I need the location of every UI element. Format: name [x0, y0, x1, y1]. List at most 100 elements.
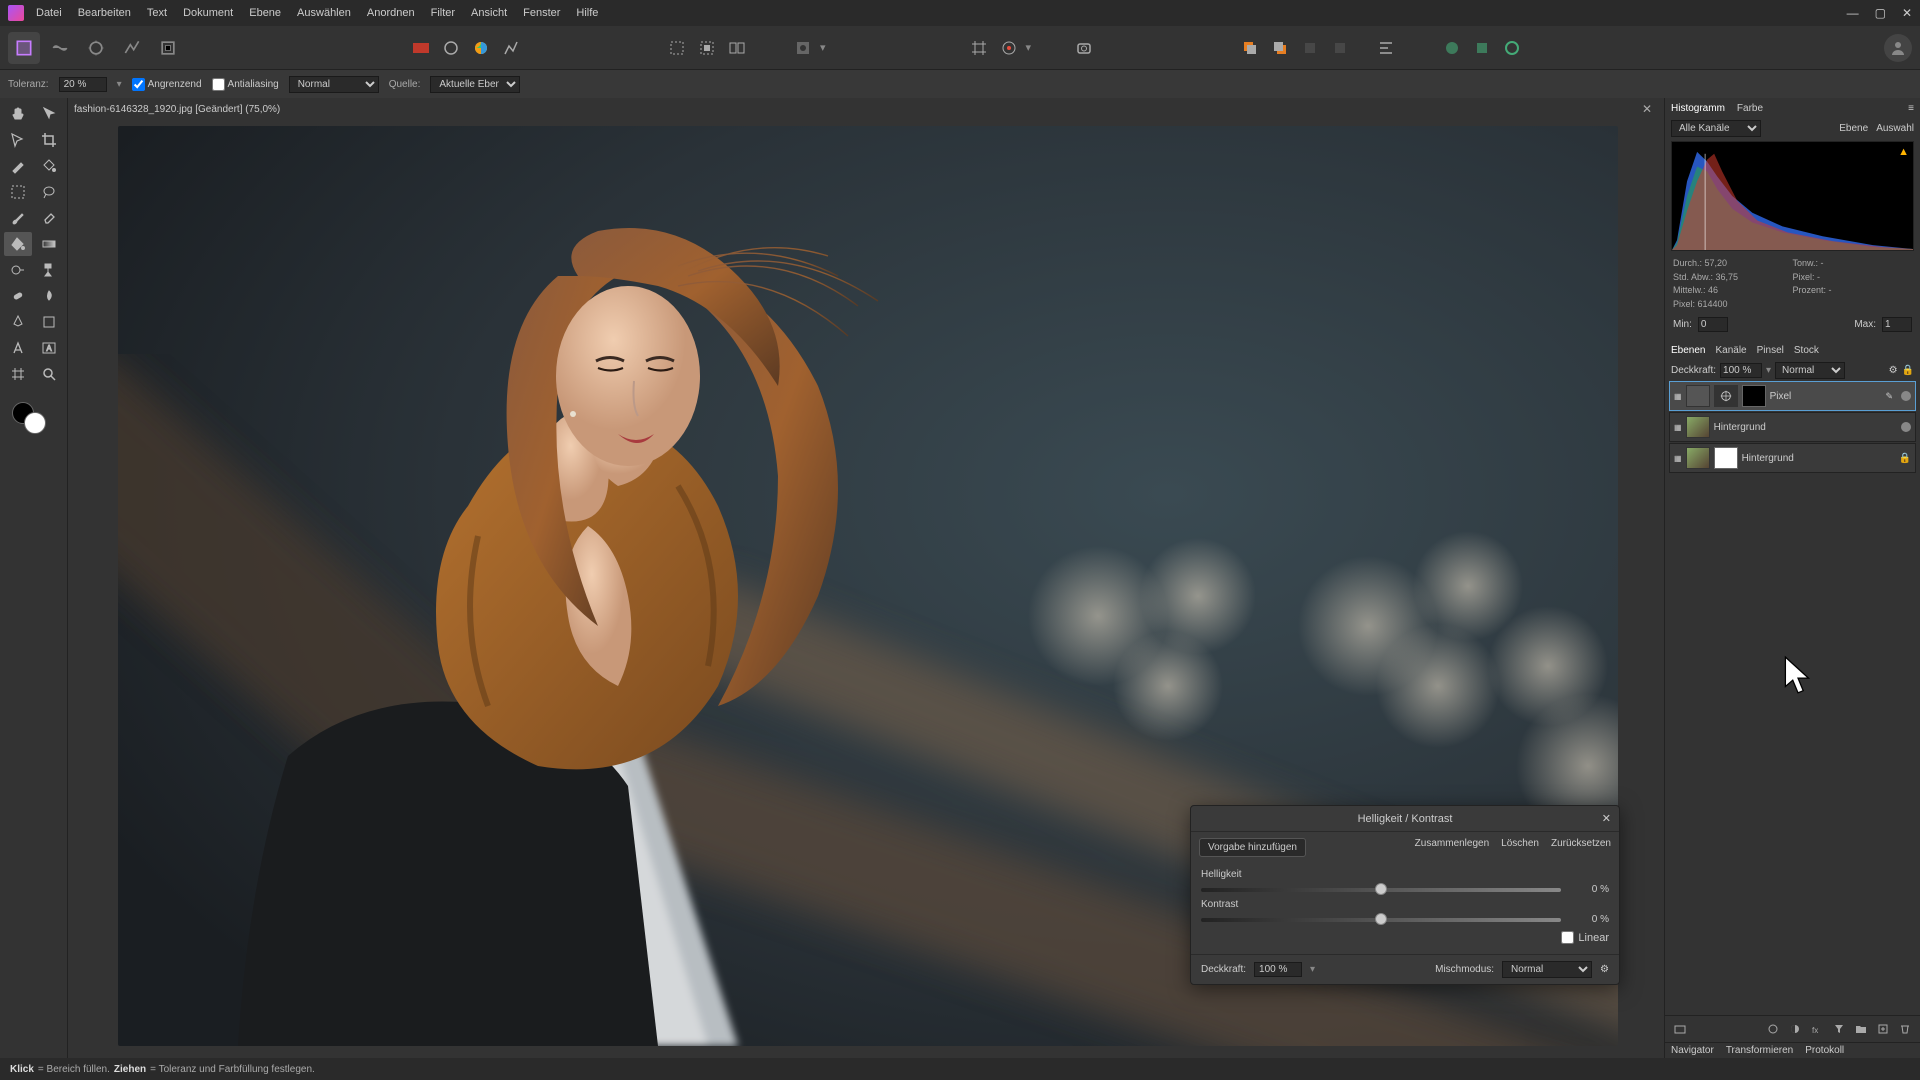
navigator-tab[interactable]: Navigator — [1671, 1045, 1714, 1056]
dropdown-arrow-icon[interactable]: ▾ — [820, 41, 826, 54]
protokoll-tab[interactable]: Protokoll — [1805, 1045, 1844, 1056]
layer-thumbnail[interactable] — [1686, 447, 1710, 469]
sync-a-icon[interactable] — [1439, 35, 1465, 61]
minimize-icon[interactable]: — — [1847, 6, 1859, 20]
edit-icon[interactable]: ✎ — [1885, 391, 1893, 402]
auswahl-button[interactable]: Auswahl — [1876, 123, 1914, 134]
menu-dokument[interactable]: Dokument — [183, 7, 233, 19]
dlg-opacity-input[interactable] — [1254, 962, 1302, 977]
crop-marks-icon[interactable] — [966, 35, 992, 61]
blend-select[interactable]: Normal — [1775, 362, 1845, 379]
dropdown-arrow-icon[interactable]: ▾ — [117, 79, 122, 90]
reset-button[interactable]: Zurücksetzen — [1551, 838, 1611, 857]
export-persona-button[interactable] — [152, 32, 184, 64]
close-dialog-icon[interactable]: ✕ — [1602, 812, 1611, 825]
menu-datei[interactable]: Datei — [36, 7, 62, 19]
ebene-button[interactable]: Ebene — [1839, 123, 1868, 134]
selection-c-icon[interactable] — [724, 35, 750, 61]
arrange-front-icon[interactable] — [1237, 35, 1263, 61]
background-color[interactable] — [24, 412, 46, 434]
layer-thumbnail[interactable] — [1686, 385, 1710, 407]
menu-auswaehlen[interactable]: Auswählen — [297, 7, 351, 19]
group-icon[interactable] — [1852, 1020, 1870, 1038]
merge-button[interactable]: Zusammenlegen — [1415, 838, 1489, 857]
dropdown-arrow-icon[interactable]: ▾ — [1310, 964, 1315, 975]
menu-bearbeiten[interactable]: Bearbeiten — [78, 7, 131, 19]
dropdown-arrow-icon[interactable]: ▾ — [1766, 365, 1771, 376]
menu-fenster[interactable]: Fenster — [523, 7, 560, 19]
arrange-back-icon[interactable] — [1267, 35, 1293, 61]
crop-tool[interactable] — [35, 128, 63, 152]
dlg-blend-select[interactable]: Normal — [1502, 961, 1592, 978]
channel-select[interactable]: Alle Kanäle — [1671, 120, 1761, 137]
tone-map-persona-button[interactable] — [116, 32, 148, 64]
marquee-tool[interactable] — [4, 180, 32, 204]
panel-menu-icon[interactable]: ≡ — [1908, 103, 1914, 114]
visibility-toggle[interactable] — [1901, 422, 1911, 432]
quick-mask-icon[interactable] — [790, 35, 816, 61]
move-tool[interactable] — [35, 102, 63, 126]
blend-mode-select[interactable]: Normal — [289, 76, 379, 93]
menu-hilfe[interactable]: Hilfe — [576, 7, 598, 19]
layer-mask[interactable] — [1714, 447, 1738, 469]
mesh-tool[interactable] — [4, 362, 32, 386]
layer-row[interactable]: ▦ Pixel ✎ — [1669, 381, 1916, 411]
clone-tool[interactable] — [35, 258, 63, 282]
smudge-tool[interactable] — [35, 284, 63, 308]
layer-settings-icon[interactable]: ⚙ — [1889, 365, 1898, 376]
min-input[interactable] — [1698, 317, 1728, 332]
layer-row[interactable]: ▦ Hintergrund — [1669, 412, 1916, 442]
stock-tab[interactable]: Stock — [1794, 345, 1819, 356]
antialias-checkbox[interactable]: Antialiasing — [212, 78, 279, 91]
lasso-tool[interactable] — [35, 180, 63, 204]
brightness-slider[interactable] — [1201, 888, 1561, 892]
gear-icon[interactable]: ⚙ — [1600, 964, 1609, 975]
layer-lock-icon[interactable]: 🔒 — [1902, 365, 1914, 376]
swatch-red-icon[interactable] — [408, 35, 434, 61]
color-swatches[interactable] — [4, 398, 63, 438]
maximize-icon[interactable]: ▢ — [1875, 6, 1886, 20]
paint-brush-tool[interactable] — [4, 206, 32, 230]
document-tab[interactable]: fashion-6146328_1920.jpg [Geändert] (75,… — [74, 104, 280, 115]
view-tool[interactable] — [4, 128, 32, 152]
adjustment-layer-icon[interactable] — [1786, 1020, 1804, 1038]
delete-layer-icon[interactable] — [1896, 1020, 1914, 1038]
layer-name[interactable]: Hintergrund — [1742, 453, 1794, 464]
color-wheel-icon[interactable] — [468, 35, 494, 61]
layers-tab[interactable]: Ebenen — [1671, 345, 1705, 356]
sync-c-icon[interactable] — [1499, 35, 1525, 61]
sync-b-icon[interactable] — [1469, 35, 1495, 61]
selection-a-icon[interactable] — [664, 35, 690, 61]
frame-text-tool[interactable]: A — [35, 336, 63, 360]
target-icon[interactable] — [996, 35, 1022, 61]
fill-tool[interactable] — [4, 232, 32, 256]
tolerance-input[interactable] — [59, 77, 107, 92]
transform-tab[interactable]: Transformieren — [1726, 1045, 1793, 1056]
add-preset-button[interactable]: Vorgabe hinzufügen — [1199, 838, 1306, 857]
resource-icon[interactable] — [1671, 1020, 1689, 1038]
shape-tool[interactable] — [35, 310, 63, 334]
delete-button[interactable]: Löschen — [1501, 838, 1539, 857]
develop-persona-button[interactable] — [80, 32, 112, 64]
color-tab[interactable]: Farbe — [1737, 103, 1763, 114]
flood-select-tool[interactable] — [35, 154, 63, 178]
lock-icon[interactable]: 🔒 — [1899, 453, 1911, 464]
pen-tool[interactable] — [4, 310, 32, 334]
align-icon[interactable] — [1373, 35, 1399, 61]
erase-tool[interactable] — [35, 206, 63, 230]
circle-tool-icon[interactable] — [438, 35, 464, 61]
menu-anordnen[interactable]: Anordnen — [367, 7, 415, 19]
snapshot-icon[interactable] — [1071, 35, 1097, 61]
account-button[interactable] — [1884, 34, 1912, 62]
layer-thumbnail[interactable] — [1686, 416, 1710, 438]
linear-checkbox[interactable]: Linear — [1561, 931, 1609, 944]
arrange-b-icon[interactable] — [1327, 35, 1353, 61]
layer-mask[interactable] — [1742, 385, 1766, 407]
mask-layer-icon[interactable] — [1764, 1020, 1782, 1038]
fx-layer-icon[interactable]: fx — [1808, 1020, 1826, 1038]
liquify-persona-button[interactable] — [44, 32, 76, 64]
menu-ebene[interactable]: Ebene — [249, 7, 281, 19]
menu-text[interactable]: Text — [147, 7, 167, 19]
visibility-toggle[interactable] — [1901, 391, 1911, 401]
zoom-tool[interactable] — [35, 362, 63, 386]
